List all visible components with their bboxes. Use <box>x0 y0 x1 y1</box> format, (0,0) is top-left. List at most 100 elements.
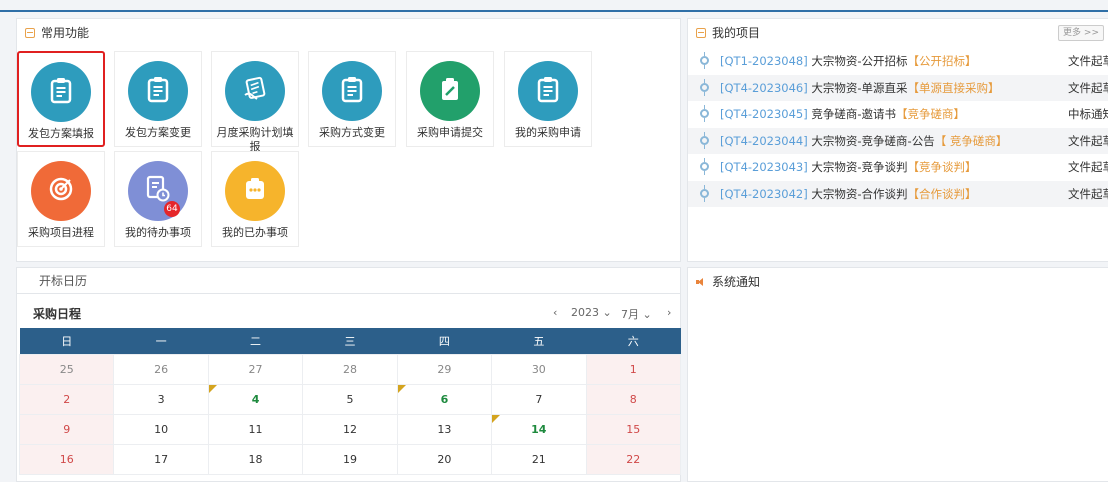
system-notice-panel: 系统通知 <box>687 267 1108 482</box>
year-select[interactable]: 2023 ⌄ <box>571 306 612 319</box>
calendar-day[interactable]: 20 <box>396 443 493 475</box>
prev-month-button[interactable]: ‹ <box>553 306 557 319</box>
project-link[interactable]: [QT4-2023044] 大宗物资-竞争磋商-公告【 竞争磋商】 <box>720 128 1007 154</box>
timeline-dot-icon <box>700 184 709 202</box>
weekday-header: 二 <box>208 328 303 354</box>
function-label: 发包方案填报 <box>28 127 94 140</box>
project-link[interactable]: [QT4-2023043] 大宗物资-竞争谈判【竞争谈判】 <box>720 154 977 180</box>
project-type-tag: 【合作谈判】 <box>907 186 977 201</box>
calendar-day-with-event[interactable]: 6 <box>396 383 493 415</box>
function-icon-circle <box>128 61 188 121</box>
weekday-header: 一 <box>113 328 209 354</box>
calendar-day[interactable]: 9 <box>18 413 115 445</box>
calendar-week-row: 9 10 11 12 13 14 15 <box>18 413 682 445</box>
calendar-day[interactable]: 16 <box>18 443 115 475</box>
calendar-day[interactable]: 13 <box>396 413 493 445</box>
function-label: 我的采购申请 <box>515 126 581 139</box>
project-link[interactable]: [QT1-2023048] 大宗物资-公开招标【公开招标】 <box>720 48 977 74</box>
calendar-day[interactable]: 10 <box>113 413 209 445</box>
function-icon-circle: 64 <box>128 161 188 221</box>
calendar-title: 采购日程 <box>33 307 82 321</box>
calendar-day[interactable]: 7 <box>491 383 587 415</box>
function-icon-circle <box>225 161 285 221</box>
calendar-day[interactable]: 3 <box>113 383 209 415</box>
project-status: 文件起草 <box>1068 133 1108 148</box>
hand-document-icon <box>241 75 269 107</box>
function-tile[interactable]: 采购方式变更 <box>308 51 396 147</box>
project-row[interactable]: [QT4-2023042] 大宗物资-合作谈判【合作谈判】 文件起草 <box>688 180 1108 207</box>
project-title: 大宗物资-竞争磋商-公告 <box>811 133 935 148</box>
calendar-day[interactable]: 21 <box>491 443 587 475</box>
calendar-toolbar: 采购日程 ‹ 2023 ⌄ 7月 ⌄ › <box>19 298 681 328</box>
panel-icon <box>696 28 706 38</box>
project-link[interactable]: [QT4-2023045] 竞争磋商-邀请书【竞争磋商】 <box>720 101 965 127</box>
function-label: 采购方式变更 <box>319 126 385 139</box>
function-tile[interactable]: 发包方案填报 <box>17 51 105 147</box>
project-row[interactable]: [QT4-2023044] 大宗物资-竞争磋商-公告【 竞争磋商】 文件起草 <box>688 127 1108 154</box>
weekday-header: 五 <box>491 328 587 354</box>
weekday-header: 日 <box>19 328 114 354</box>
calendar-day[interactable]: 28 <box>302 353 398 385</box>
project-row[interactable]: [QT4-2023045] 竞争磋商-邀请书【竞争磋商】 中标通知 <box>688 101 1108 127</box>
calendar-day[interactable]: 18 <box>207 443 304 475</box>
clipboard-icon <box>536 75 560 107</box>
project-status: 文件起草 <box>1068 80 1108 95</box>
project-row[interactable]: [QT1-2023048] 大宗物资-公开招标【公开招标】 文件起草 <box>688 48 1108 74</box>
more-button[interactable]: 更多 >> <box>1058 25 1104 41</box>
calendar-day[interactable]: 30 <box>491 353 587 385</box>
project-code: [QT4-2023045] <box>720 107 808 121</box>
clipboard-icon <box>146 75 170 107</box>
project-code: [QT4-2023043] <box>720 160 808 174</box>
calendar-day[interactable]: 11 <box>207 413 304 445</box>
calendar-day[interactable]: 25 <box>18 353 115 385</box>
month-select[interactable]: 7月 ⌄ <box>621 306 652 322</box>
calendar-week-row: 2345678 <box>18 383 682 415</box>
calendar-day[interactable]: 22 <box>585 443 682 475</box>
project-row[interactable]: [QT4-2023046] 大宗物资-单源直采【单源直接采购】 文件起草 <box>688 74 1108 101</box>
calendar-day[interactable]: 19 <box>302 443 398 475</box>
calendar-day[interactable]: 12 <box>302 413 398 445</box>
calendar-day[interactable]: 27 <box>207 353 304 385</box>
project-type-tag: 【竞争磋商】 <box>896 107 966 121</box>
timeline-dot-icon <box>700 52 709 69</box>
function-icon-circle <box>420 61 480 121</box>
calendar-day[interactable]: 15 <box>585 413 682 445</box>
calendar-day-with-event[interactable]: 4 <box>207 383 304 415</box>
project-type-tag: 【单源直接采购】 <box>907 80 1000 95</box>
next-month-button[interactable]: › <box>667 306 671 319</box>
calendar-day[interactable]: 2 <box>18 383 115 415</box>
function-icon-circle <box>31 62 91 122</box>
year-value: 2023 <box>571 306 599 319</box>
function-tile[interactable]: 采购申请提交 <box>406 51 494 147</box>
function-label: 采购项目进程 <box>28 226 94 239</box>
project-type-tag: 【公开招标】 <box>907 54 977 68</box>
project-row[interactable]: [QT4-2023043] 大宗物资-竞争谈判【竞争谈判】 文件起草 <box>688 154 1108 180</box>
project-code: [QT4-2023044] <box>720 133 808 148</box>
function-icon-circle <box>518 61 578 121</box>
project-status: 文件起草 <box>1068 186 1108 201</box>
calendar-day[interactable]: 1 <box>585 353 682 385</box>
function-tile[interactable]: 发包方案变更 <box>114 51 202 147</box>
calendar-day[interactable]: 8 <box>585 383 682 415</box>
calendar-day[interactable]: 17 <box>113 443 209 475</box>
count-badge: 64 <box>164 201 180 217</box>
calendar-day[interactable]: 5 <box>302 383 398 415</box>
timeline-dot-icon <box>700 78 709 96</box>
system-notice-header: 系统通知 <box>688 268 1108 296</box>
project-link[interactable]: [QT4-2023042] 大宗物资-合作谈判【合作谈判】 <box>720 181 977 207</box>
calendar-day[interactable]: 29 <box>396 353 493 385</box>
calendar-day[interactable]: 26 <box>113 353 209 385</box>
my-projects-header: 我的项目 <box>688 19 1108 47</box>
function-tile[interactable]: 采购项目进程 <box>17 151 105 247</box>
project-status: 中标通知 <box>1068 107 1108 121</box>
function-tile[interactable]: 我的采购申请 <box>504 51 592 147</box>
month-value: 7月 <box>621 308 639 321</box>
function-tile[interactable]: 我的已办事项 <box>211 151 299 247</box>
function-tile[interactable]: 月度采购计划填报 <box>211 51 299 153</box>
common-functions-title: 常用功能 <box>41 26 90 40</box>
project-link[interactable]: [QT4-2023046] 大宗物资-单源直采【单源直接采购】 <box>720 75 1000 101</box>
calendar-day-with-event[interactable]: 14 <box>491 413 587 445</box>
function-tile[interactable]: 64 我的待办事项 <box>114 151 202 247</box>
project-code: [QT4-2023046] <box>720 80 808 95</box>
function-icon-circle <box>322 61 382 121</box>
